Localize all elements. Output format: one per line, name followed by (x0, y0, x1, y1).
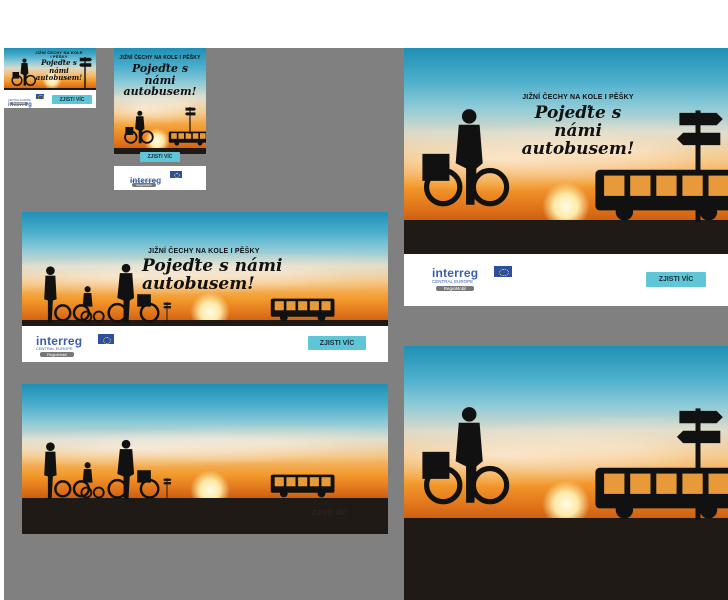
logo-project: RegioMobil (132, 183, 156, 187)
cta-button[interactable]: ZJISTI VÍC (52, 95, 92, 104)
interreg-logo: interreg CENTRAL EUROPE RegioMobil (36, 332, 120, 358)
banner-title-line1: Pojeďte s námi (131, 62, 189, 87)
cta-button[interactable]: ZJISTI VÍC (140, 152, 180, 162)
banner-large-dark[interactable] (404, 346, 728, 600)
banner-wide[interactable]: JIŽNÍ ČECHY NA KOLE I PĚŠKY Pojeďte s ná… (22, 212, 388, 362)
logo-region: CENTRAL EUROPE (36, 346, 73, 351)
bus-silhouette (270, 298, 335, 322)
bus-silhouette (270, 474, 335, 498)
eu-flag-icon (36, 94, 44, 100)
banner-title-line1: Pojeďte s námi (41, 58, 77, 75)
signpost-silhouette (163, 302, 172, 322)
cyclist-silhouette (422, 407, 510, 505)
logo-project: RegioMobil (10, 102, 28, 105)
interreg-logo: interreg CENTRAL EUROPE RegioMobil (130, 170, 186, 188)
bus-silhouette (595, 169, 728, 221)
logo-wordmark: interreg (432, 266, 479, 280)
banner-large[interactable]: JIŽNÍ ČECHY NA KOLE I PĚŠKY Pojeďte s ná… (404, 48, 728, 306)
banner-title-line2: autobusem! (521, 139, 635, 160)
cta-button-ghost[interactable]: ZJISTI VÍC (312, 510, 347, 517)
logo-project: RegioMobil (40, 352, 74, 357)
cyclist-silhouette (124, 110, 154, 144)
bus-silhouette (595, 467, 728, 519)
banner-title-line2: autobusem! (35, 73, 83, 83)
logo-region: CENTRAL EUROPE (432, 279, 474, 284)
cyclist-silhouette (422, 109, 510, 207)
banner-subtitle: JIŽNÍ ČECHY NA KOLE I PĚŠKY (148, 248, 260, 255)
cta-button[interactable]: ZJISTI VÍC (646, 272, 706, 287)
banner-subtitle: JIŽNÍ ČECHY NA KOLE I PĚŠKY (119, 55, 201, 61)
banner-wide-dark[interactable]: ZJISTI VÍC (22, 384, 388, 534)
interreg-logo: interreg CENTRAL EUROPE RegioMobil (8, 93, 44, 108)
banner-tall[interactable]: JIŽNÍ ČECHY NA KOLE I PĚŠKY Pojeďte s ná… (114, 48, 206, 190)
banner-subtitle: JIŽNÍ ČECHY NA KOLE I PĚŠKY (522, 94, 634, 101)
banner-title-line2: autobusem! (123, 85, 197, 99)
signpost-silhouette (184, 107, 196, 134)
banner-small[interactable]: JIŽNÍ ČECHY NA KOLE I PĚŠKY Pojeďte s ná… (4, 48, 96, 108)
cta-button[interactable]: ZJISTI VÍC (308, 336, 366, 350)
signpost-silhouette (163, 478, 172, 498)
family-cyclists-silhouette (44, 263, 160, 323)
banner-title-line1: Pojeďte s námi (534, 103, 622, 142)
logo-project: RegioMobil (436, 286, 474, 291)
eu-flag-icon (494, 266, 512, 277)
interreg-logo: interreg CENTRAL EUROPE RegioMobil (432, 264, 522, 294)
banner-title: Pojeďte s námi autobusem! (142, 256, 283, 295)
eu-flag-icon (98, 334, 114, 344)
eu-flag-icon (170, 171, 182, 179)
family-cyclists-silhouette (44, 439, 160, 499)
